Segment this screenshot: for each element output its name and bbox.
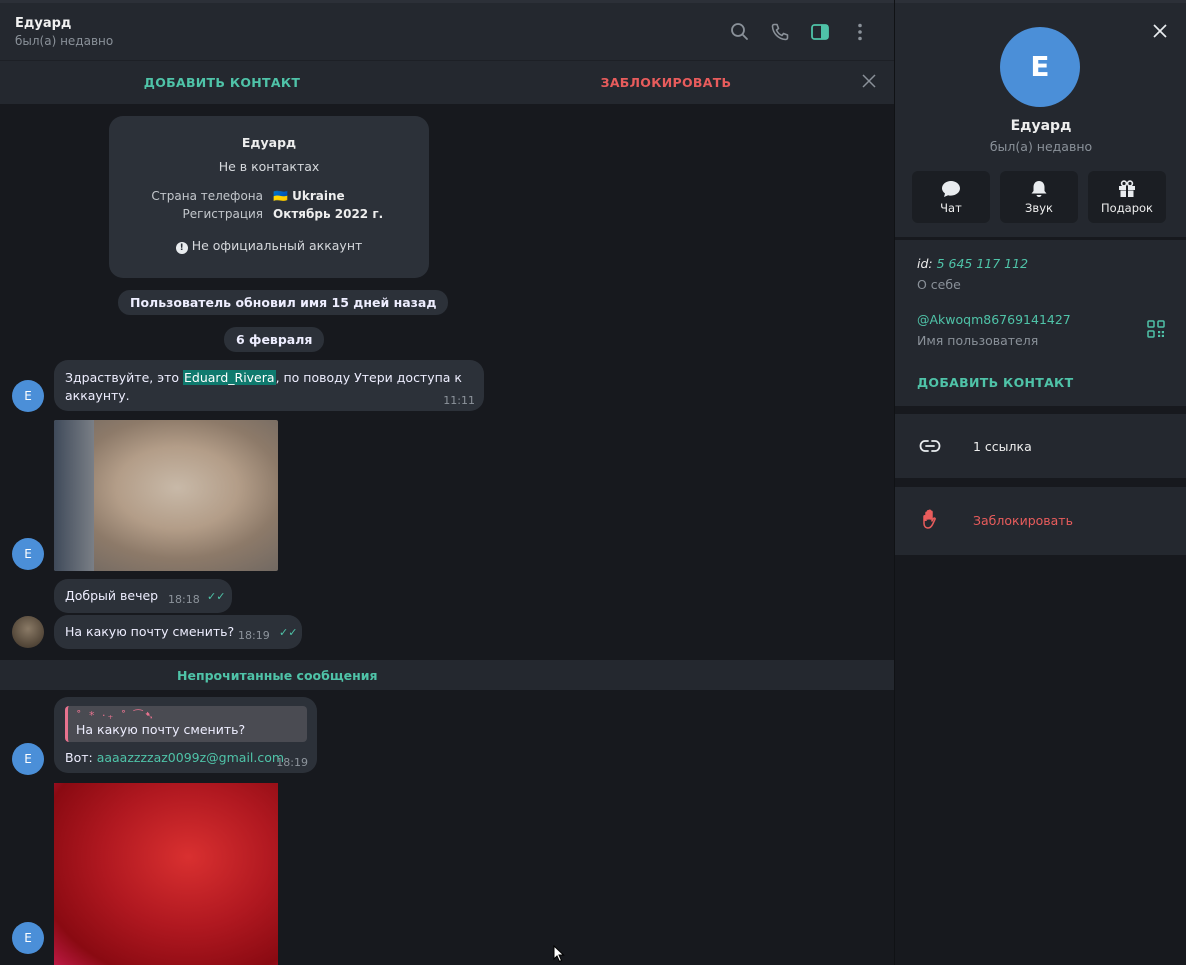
service-name-updated: Пользователь обновил имя 15 дней назад <box>118 290 449 315</box>
avatar[interactable]: E <box>12 922 44 954</box>
profile-info-section: id: 5 645 117 112 О себе @Akwoqm86769141… <box>895 240 1186 406</box>
messages-list[interactable]: Едуард Не в контактах Страна телефона 🇺🇦… <box>0 105 894 965</box>
message-time: 18:19 <box>238 629 270 642</box>
message-bubble[interactable]: ˚ * ‧₊ ˚ ⁀➷ На какую почту сменить? Вот:… <box>54 697 317 773</box>
chat-title[interactable]: Едуард <box>15 16 729 31</box>
close-icon[interactable] <box>862 73 876 88</box>
chat-status: был(а) недавно <box>15 33 114 48</box>
email-link[interactable]: aaaazzzzaz0099z@gmail.com <box>97 750 284 765</box>
profile-name: Едуард <box>1010 118 1072 134</box>
avatar[interactable]: E <box>12 538 44 570</box>
block-user-row[interactable]: Заблокировать <box>895 487 1186 555</box>
unofficial-notice: ! Не официальный аккаунт <box>109 238 429 254</box>
chat-bubble-icon <box>942 181 960 197</box>
panel-add-contact-button[interactable]: ДОБАВИТЬ КОНТАКТ <box>917 375 1073 390</box>
unread-label: Непрочитанные сообщения <box>177 668 378 683</box>
user-info-card: Едуард Не в контактах Страна телефона 🇺🇦… <box>109 116 429 278</box>
chat-header[interactable]: Едуард был(а) недавно <box>0 0 894 60</box>
more-menu-icon[interactable] <box>849 21 871 43</box>
profile-panel: E Едуард был(а) недавно Чат Звук Подарок <box>894 0 1186 965</box>
red-cat-photo[interactable] <box>54 783 278 965</box>
add-contact-button[interactable]: ДОБАВИТЬ КОНТАКТ <box>0 75 444 90</box>
message-text: Добрый вечер <box>65 588 159 603</box>
phone-country-row: Страна телефона 🇺🇦 Ukraine <box>109 189 429 203</box>
block-button[interactable]: ЗАБЛОКИРОВАТЬ <box>444 75 888 90</box>
reply-text: На какую почту сменить? <box>76 722 246 737</box>
message-time: 11:11 <box>443 394 475 407</box>
about-label: О себе <box>917 277 961 292</box>
links-row[interactable]: 1 ссылка <box>895 414 1186 478</box>
info-card-name: Едуард <box>241 135 297 150</box>
phone-country-label: Страна телефона <box>151 189 263 203</box>
message-bubble[interactable]: Добрый вечер 18:18 ✓✓ <box>54 579 232 613</box>
phone-country-value: 🇺🇦 Ukraine <box>273 189 345 203</box>
phone-icon[interactable] <box>769 21 791 43</box>
date-separator: 6 февраля <box>224 327 325 352</box>
hand-stop-icon <box>921 509 939 535</box>
gift-button[interactable]: Подарок <box>1088 171 1166 223</box>
link-icon <box>919 436 941 460</box>
links-count: 1 ссылка <box>973 439 1032 454</box>
user-id-row[interactable]: id: 5 645 117 112 <box>917 256 1028 271</box>
user-id-value[interactable]: 5 645 117 112 <box>937 256 1028 271</box>
unread-messages-divider: Непрочитанные сообщения <box>0 660 894 690</box>
message-time: 18:18 <box>168 593 200 606</box>
info-card-not-in-contacts: Не в контактах <box>218 159 320 174</box>
chat-button[interactable]: Чат <box>912 171 990 223</box>
message-bubble[interactable]: На какую почту сменить? 18:19 ✓✓ <box>54 615 302 649</box>
sound-button[interactable]: Звук <box>1000 171 1078 223</box>
chat-area: Едуард был(а) недавно ДОБАВИТЬ КОНТАКТ З… <box>0 0 894 965</box>
username-value[interactable]: @Akwoqm86769141427 <box>917 312 1071 327</box>
message-text: Вот: aaaazzzzaz0099z@gmail.com <box>65 750 284 765</box>
message-text-prefix: Вот: <box>65 750 97 765</box>
app-window: Едуард был(а) недавно ДОБАВИТЬ КОНТАКТ З… <box>0 0 1186 965</box>
reply-decoration: ˚ * ‧₊ ˚ ⁀➷ <box>76 709 156 722</box>
username-label: Имя пользователя <box>917 333 1039 348</box>
reply-quote[interactable]: ˚ * ‧₊ ˚ ⁀➷ На какую почту сменить? <box>65 706 307 742</box>
message-text-prefix: Здраствуйте, это <box>65 370 183 385</box>
highlighted-username[interactable]: Eduard_Rivera <box>182 370 276 385</box>
sidebar-toggle-icon[interactable] <box>809 21 831 43</box>
qr-code-icon[interactable] <box>1147 320 1165 338</box>
user-id-label: id: <box>917 256 937 271</box>
message-time: 18:19 <box>276 756 308 769</box>
own-avatar[interactable] <box>12 616 44 648</box>
registration-label: Регистрация <box>182 207 263 221</box>
registration-value: Октябрь 2022 г. <box>273 207 384 221</box>
profile-action-buttons: Чат Звук Подарок <box>912 171 1166 223</box>
profile-avatar[interactable]: E <box>1000 27 1080 107</box>
message-text: Здраствуйте, это Eduard_Rivera, по повод… <box>65 369 462 405</box>
gift-icon <box>1119 180 1135 197</box>
double-check-icon: ✓✓ <box>207 590 226 603</box>
message-text-suffix: , по поводу Утери доступа к <box>275 370 462 385</box>
cat-photo[interactable] <box>54 420 278 571</box>
double-check-icon: ✓✓ <box>279 626 298 639</box>
profile-header: E Едуард был(а) недавно Чат Звук Подарок <box>895 0 1186 237</box>
gift-button-label: Подарок <box>1101 201 1153 215</box>
avatar[interactable]: E <box>12 380 44 412</box>
message-text: На какую почту сменить? <box>65 624 235 639</box>
unofficial-text: Не официальный аккаунт <box>191 238 363 253</box>
mouse-cursor-icon <box>553 944 565 963</box>
contact-action-bar: ДОБАВИТЬ КОНТАКТ ЗАБЛОКИРОВАТЬ <box>0 60 894 104</box>
chat-titles[interactable]: Едуард был(а) недавно <box>15 16 729 48</box>
message-text-line2: аккаунту. <box>65 388 130 403</box>
chat-button-label: Чат <box>940 201 962 215</box>
block-user-label: Заблокировать <box>973 513 1073 528</box>
profile-status: был(а) недавно <box>989 139 1093 154</box>
search-icon[interactable] <box>729 21 751 43</box>
close-icon[interactable] <box>1152 23 1168 39</box>
avatar[interactable]: E <box>12 743 44 775</box>
message-bubble[interactable]: Здраствуйте, это Eduard_Rivera, по повод… <box>54 360 484 411</box>
sound-button-label: Звук <box>1025 201 1053 215</box>
bell-icon <box>1031 181 1047 197</box>
warning-icon: ! <box>175 242 188 254</box>
header-icons <box>729 21 871 43</box>
registration-row: Регистрация Октябрь 2022 г. <box>109 207 429 221</box>
